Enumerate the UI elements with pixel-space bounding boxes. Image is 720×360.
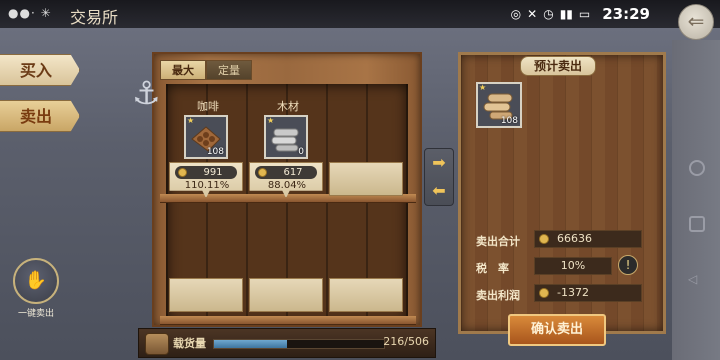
goods-count: 108 <box>206 147 224 157</box>
goods-name: 木材 <box>277 100 299 113</box>
price-pill: 617 <box>255 166 317 179</box>
quick-sell-label: 一键卖出 <box>17 309 54 319</box>
barrel-icon <box>145 333 169 355</box>
goods-price: 991 <box>203 167 223 178</box>
status-icons: ◎ ✕ ◷ ▮▮ ▭ 23:29 <box>511 5 650 23</box>
alarm-icon: ◷ <box>543 7 554 21</box>
goods-price: 617 <box>283 167 303 178</box>
system-nav-bar: ◁ <box>672 40 720 360</box>
coin-icon <box>539 288 549 298</box>
coin-hand-icon: ✋ <box>13 258 59 304</box>
shelf-plank <box>160 316 416 325</box>
anchor-icon: ⚓ <box>132 74 161 112</box>
price-pill: 991 <box>175 166 237 179</box>
empty-slot[interactable] <box>329 162 403 196</box>
recents-icon[interactable] <box>689 216 705 232</box>
nav-back-icon[interactable]: ◁ <box>688 272 700 286</box>
wood-logs-icon[interactable]: ★ 0 <box>264 115 308 159</box>
info-icon[interactable]: ! <box>618 255 638 275</box>
arrow-left-icon[interactable]: ⬅ <box>425 177 453 205</box>
back-arrow-icon: ⇐ <box>687 9 705 33</box>
shelf-tabs: 最大 定量 <box>160 60 252 80</box>
total-label: 卖出合计 <box>476 235 520 248</box>
arrow-right-icon[interactable]: ➡ <box>425 149 453 177</box>
quick-sell-button[interactable]: ✋ 一键卖出 <box>12 258 60 319</box>
empty-slot[interactable] <box>249 278 323 312</box>
empty-slot[interactable] <box>169 278 243 312</box>
tax-label: 税 率 <box>476 262 509 275</box>
goods-name: 咖啡 <box>197 100 219 113</box>
back-button[interactable]: ⇐ <box>678 4 714 40</box>
confirm-sell-button[interactable]: 确认卖出 <box>508 314 606 346</box>
cargo-progress-fill <box>214 340 287 348</box>
cargo-progress-track <box>213 339 385 349</box>
bluetooth-icon: ◎ <box>510 7 522 21</box>
empty-slot[interactable] <box>329 278 403 312</box>
coin-icon <box>539 234 549 244</box>
tab-buy[interactable]: 买入 <box>0 54 80 86</box>
profit-value: -1372 <box>534 284 642 302</box>
profit-label: 卖出利润 <box>476 289 520 302</box>
item-count: 108 <box>500 116 518 126</box>
coffee-beans-icon[interactable]: ★ 108 <box>184 115 228 159</box>
cargo-label: 载货量 <box>173 337 206 350</box>
transfer-arrows[interactable]: ➡ ⬅ <box>424 148 454 206</box>
tab-max[interactable]: 最大 <box>160 60 206 80</box>
goods-percent: 110.11% <box>184 180 230 191</box>
goods-percent: 88.04% <box>267 180 307 191</box>
clock: 23:29 <box>602 5 650 23</box>
notification-dots-icon: ●●· ✳ <box>8 6 52 20</box>
home-icon[interactable] <box>689 160 705 176</box>
mute-icon: ✕ <box>527 7 538 21</box>
tax-value: 10% <box>534 257 612 275</box>
battery-icon: ▭ <box>578 7 591 21</box>
wood-logs-icon[interactable]: ★ 108 <box>476 82 522 128</box>
tab-sell[interactable]: 卖出 <box>0 100 80 132</box>
cargo-value: 216/506 <box>383 335 429 348</box>
coin-icon <box>178 168 187 177</box>
coin-icon <box>258 168 267 177</box>
page-title: 交易所 <box>70 8 119 27</box>
status-bar: ●●· ✳ 交易所 ◎ ✕ ◷ ▮▮ ▭ 23:29 <box>0 0 720 28</box>
cargo-capacity-bar: 载货量 216/506 <box>138 328 436 358</box>
signal-icon: ▮▮ <box>559 7 573 21</box>
goods-count: 0 <box>298 147 304 157</box>
tab-quantity[interactable]: 定量 <box>206 60 252 80</box>
total-value: 66636 <box>534 230 642 248</box>
panel-title: 预计卖出 <box>520 56 596 76</box>
